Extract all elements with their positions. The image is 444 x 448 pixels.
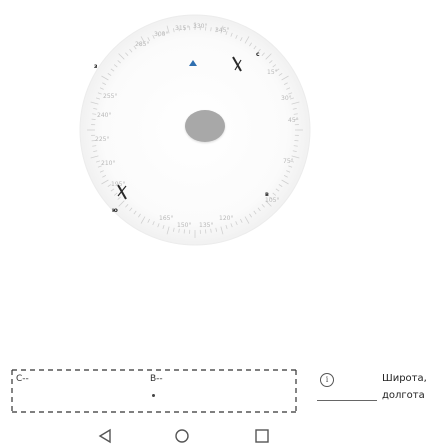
longitude-value: В-- [150, 374, 163, 384]
placeholder-dot [152, 394, 155, 397]
dial-label-135: 135° [199, 222, 214, 229]
info-icon[interactable]: i [320, 373, 334, 387]
dial-label-150: 150° [177, 222, 192, 229]
dial-label-255: 255° [103, 93, 118, 100]
home-circle-icon[interactable] [173, 428, 191, 444]
dial-label-300: 300° [154, 31, 169, 38]
compass-dial: 315° 330° 345° 300° 285° 15° 30° 45° 255… [75, 10, 315, 250]
cardinal-west: з [94, 63, 98, 70]
label-connector-line [317, 400, 377, 401]
back-triangle-icon[interactable] [96, 428, 114, 444]
dial-label-45: 45° [288, 117, 299, 124]
latitude-label: Широта, [382, 373, 427, 384]
recents-square-icon[interactable] [253, 428, 271, 444]
cardinal-south: ю [112, 207, 118, 214]
dial-label-165: 165° [159, 215, 174, 222]
compass-screen: 315° 330° 345° 300° 285° 15° 30° 45° 255… [0, 0, 444, 448]
cardinal-east: в [265, 191, 269, 198]
coordinates-panel: С-- В-- [10, 368, 300, 418]
latitude-value: С-- [16, 374, 29, 384]
dial-label-15: 15° [267, 69, 278, 76]
dial-label-195: 195° [111, 181, 126, 188]
system-nav-bar [0, 424, 444, 448]
longitude-label: долгота [382, 390, 425, 401]
dial-label-285: 285° [135, 41, 150, 48]
heading-arrow-icon [189, 60, 197, 66]
dial-label-330: 330° [193, 23, 208, 30]
dial-label-210: 210° [101, 160, 116, 167]
compass-center-disc [185, 110, 225, 142]
cardinal-north: с [256, 51, 260, 58]
dial-label-30: 30° [281, 95, 292, 102]
dial-label-345: 345° [215, 27, 230, 34]
dial-label-105: 105° [265, 197, 280, 204]
dial-label-240: 240° [97, 112, 112, 119]
dial-label-120: 120° [219, 215, 234, 222]
dial-label-225: 225° [95, 136, 110, 143]
dial-label-315: 315° [175, 25, 190, 32]
dial-label-75: 75° [283, 158, 294, 165]
